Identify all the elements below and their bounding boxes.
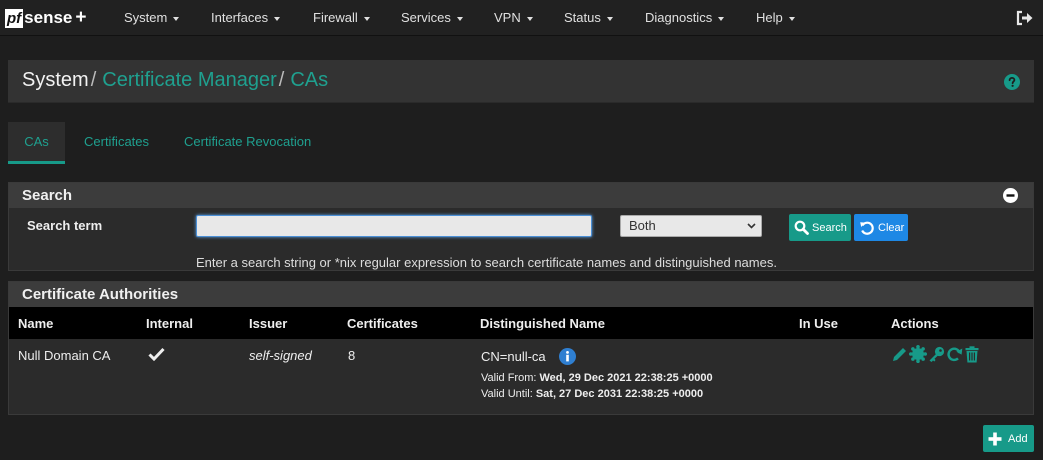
nav-vpn-label: VPN (494, 10, 521, 25)
distinguished-name-cell: CN=null-ca Valid From: Wed, 29 Dec 2021 … (480, 339, 799, 414)
search-help-text: Enter a search string or *nix regular ex… (196, 255, 777, 270)
search-scope-select[interactable]: Both (620, 215, 762, 237)
column-distinguished-name[interactable]: Distinguished Name (480, 307, 799, 339)
tab-cas-label: CAs (24, 134, 49, 149)
pfsense-logo[interactable]: pf sense + (5, 7, 86, 29)
ca-panel-title: Certificate Authorities (22, 286, 179, 303)
clear-button[interactable]: Clear (854, 214, 908, 241)
ca-table-header: Name Internal Issuer Certificates Distin… (9, 307, 1033, 339)
logo-sense: sense (24, 8, 73, 27)
search-panel: Search Search term Both Search Clear Ent… (8, 182, 1034, 271)
collapse-minus-icon[interactable] (1003, 188, 1018, 203)
breadcrumb-separator: / (90, 69, 97, 91)
valid-until-line: Valid Until: Sat, 27 Dec 2031 22:38:25 +… (481, 388, 799, 400)
nav-status[interactable]: Status (564, 0, 613, 36)
nav-help-label: Help (756, 10, 783, 25)
search-icon (794, 220, 809, 235)
search-panel-title: Search (22, 187, 73, 204)
search-panel-header: Search (9, 183, 1033, 208)
clear-button-label: Clear (878, 221, 905, 234)
valid-from-date: Wed, 29 Dec 2021 22:38:25 +0000 (539, 372, 713, 384)
nav-firewall[interactable]: Firewall (313, 0, 370, 36)
internal-cell (146, 339, 249, 414)
valid-from-label: Valid From: (481, 372, 537, 384)
add-button[interactable]: Add (983, 425, 1034, 452)
ca-certificate-count: 8 (348, 348, 356, 363)
breadcrumb-cas[interactable]: CAs (290, 69, 328, 91)
nav-status-label: Status (564, 10, 601, 25)
logo-pf: pf (5, 8, 24, 28)
tab-certificates[interactable]: Certificates (84, 122, 149, 164)
add-button-label: Add (1008, 432, 1028, 445)
ca-name: Null Domain CA (18, 348, 111, 363)
search-button[interactable]: Search (789, 214, 851, 241)
valid-from-line: Valid From: Wed, 29 Dec 2021 22:38:25 +0… (481, 372, 799, 384)
ca-table: Name Internal Issuer Certificates Distin… (9, 307, 1033, 414)
column-in-use[interactable]: In Use (799, 307, 891, 339)
nav-vpn[interactable]: VPN (494, 0, 533, 36)
logout-icon[interactable] (1016, 9, 1034, 27)
nav-interfaces-label: Interfaces (211, 10, 269, 25)
nav-diagnostics-label: Diagnostics (645, 10, 713, 25)
chevron-down-icon (718, 16, 725, 21)
search-input[interactable] (196, 215, 592, 237)
search-button-label: Search (812, 221, 847, 234)
column-actions[interactable]: Actions (891, 307, 1033, 339)
nav-system[interactable]: System (124, 0, 180, 36)
key-icon[interactable] (928, 346, 945, 363)
breadcrumb-certificate-manager[interactable]: Certificate Manager (102, 69, 277, 91)
search-scope-value: Both (629, 218, 656, 233)
chevron-down-icon (526, 16, 533, 21)
certificate-icon[interactable] (909, 345, 927, 363)
undo-icon (860, 221, 874, 235)
tab-certificate-revocation-label: Certificate Revocation (184, 134, 312, 149)
breadcrumb-bar: System / Certificate Manager / CAs (8, 60, 1034, 103)
trash-icon[interactable] (964, 345, 980, 363)
chevron-down-icon (747, 223, 756, 229)
chevron-down-icon (274, 16, 281, 21)
chevron-down-icon (606, 16, 613, 21)
chevron-down-icon (456, 16, 463, 21)
ca-dn: CN=null-ca (481, 348, 546, 364)
nav-diagnostics[interactable]: Diagnostics (645, 0, 725, 36)
info-icon[interactable] (558, 347, 576, 365)
breadcrumb-separator: / (278, 69, 285, 91)
nav-services[interactable]: Services (401, 0, 463, 36)
renew-icon[interactable] (946, 346, 963, 363)
nav-system-label: System (124, 10, 168, 25)
nav-services-label: Services (401, 10, 451, 25)
ca-issuer: self-signed (249, 348, 312, 363)
logo-plus: + (75, 7, 87, 28)
top-navbar: pf sense + System Interfaces Firewall Se… (0, 0, 1043, 36)
chevron-down-icon (173, 16, 180, 21)
plus-icon (988, 432, 1002, 445)
nav-firewall-label: Firewall (313, 10, 358, 25)
tab-cas[interactable]: CAs (8, 122, 65, 164)
valid-until-label: Valid Until: (481, 388, 533, 400)
tab-certificates-label: Certificates (84, 134, 150, 149)
column-name[interactable]: Name (9, 307, 146, 339)
ca-panel-header: Certificate Authorities (9, 282, 1033, 307)
ca-in-use (799, 339, 891, 414)
chevron-down-icon (788, 16, 795, 21)
breadcrumb: System / Certificate Manager / CAs (22, 69, 328, 92)
certificate-authorities-panel: Certificate Authorities Name Internal Is… (8, 281, 1034, 415)
column-issuer[interactable]: Issuer (249, 307, 347, 339)
nav-interfaces[interactable]: Interfaces (211, 0, 281, 36)
search-term-label: Search term (27, 218, 103, 233)
actions-cell (891, 339, 1033, 414)
tab-certificate-revocation[interactable]: Certificate Revocation (184, 122, 311, 164)
chevron-down-icon (363, 16, 370, 21)
column-internal[interactable]: Internal (146, 307, 249, 339)
pencil-icon[interactable] (891, 346, 908, 363)
nav-help[interactable]: Help (756, 0, 795, 36)
help-icon[interactable] (1004, 74, 1020, 90)
valid-until-date: Sat, 27 Dec 2031 22:38:25 +0000 (535, 388, 704, 400)
breadcrumb-system: System (22, 69, 89, 91)
column-certificates[interactable]: Certificates (347, 307, 480, 339)
table-row: Null Domain CA self-signed 8 CN=null-ca (9, 339, 1033, 414)
check-icon (148, 347, 165, 362)
